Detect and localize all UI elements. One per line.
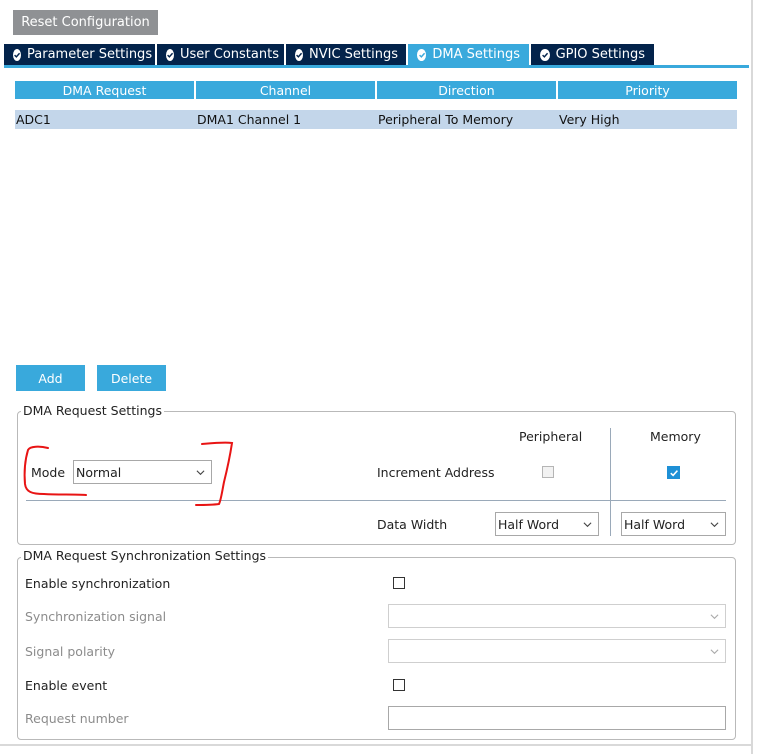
sync-signal-select[interactable] — [388, 604, 726, 628]
column-header-direction[interactable]: Direction — [377, 81, 556, 99]
add-button[interactable]: Add — [16, 365, 85, 391]
tab-parameter-settings[interactable]: Parameter Settings — [4, 44, 155, 65]
signal-polarity-select[interactable] — [388, 639, 726, 663]
tab-label: Parameter Settings — [27, 47, 153, 62]
check-circle-icon — [295, 48, 303, 61]
memory-data-width-value: Half Word — [624, 516, 686, 532]
signal-polarity-label: Signal polarity — [25, 644, 115, 659]
enable-event-checkbox[interactable] — [393, 679, 405, 691]
red-annotation-marks — [23, 441, 234, 506]
tab-label: NVIC Settings — [309, 47, 398, 62]
memory-increment-checkbox[interactable] — [667, 466, 680, 479]
tab-nvic-settings[interactable]: NVIC Settings — [286, 44, 406, 65]
column-divider — [610, 428, 611, 536]
sync-settings-title: DMA Request Synchronization Settings — [21, 548, 269, 563]
memory-data-width-select[interactable]: Half Word — [621, 512, 726, 536]
enable-sync-checkbox[interactable] — [393, 577, 405, 589]
tab-gpio-settings[interactable]: GPIO Settings — [531, 44, 654, 65]
increment-address-label: Increment Address — [377, 465, 495, 480]
peripheral-column-header: Peripheral — [519, 429, 583, 444]
delete-button[interactable]: Delete — [97, 365, 166, 391]
chevron-down-icon — [583, 522, 592, 528]
tab-label: User Constants — [180, 47, 279, 62]
column-header-dma-request[interactable]: DMA Request — [15, 81, 194, 99]
memory-column-header: Memory — [650, 429, 701, 444]
checkmark-icon — [669, 469, 678, 477]
cell-direction: Peripheral To Memory — [378, 112, 514, 127]
peripheral-data-width-select[interactable]: Half Word — [495, 512, 599, 536]
check-circle-icon — [13, 48, 21, 61]
panel-right-border — [751, 0, 753, 754]
reset-configuration-button[interactable]: Reset Configuration — [13, 10, 158, 35]
check-circle-icon — [417, 48, 427, 61]
tab-label: GPIO Settings — [555, 47, 645, 62]
chevron-down-icon — [710, 614, 719, 620]
column-header-channel[interactable]: Channel — [196, 81, 375, 99]
enable-sync-label: Enable synchronization — [25, 576, 171, 591]
check-circle-icon — [166, 48, 174, 61]
dma-table-header: DMA Request Channel Direction Priority — [15, 81, 737, 99]
request-number-input[interactable] — [388, 706, 726, 730]
table-row[interactable]: ADC1 DMA1 Channel 1 Peripheral To Memory… — [15, 110, 737, 129]
panel-bottom-border — [0, 744, 752, 746]
cell-channel: DMA1 Channel 1 — [197, 112, 302, 127]
cell-priority: Very High — [559, 112, 620, 127]
tab-underline — [4, 65, 749, 68]
peripheral-data-width-value: Half Word — [498, 516, 560, 532]
settings-tab-bar: Parameter Settings User Constants NVIC S… — [4, 44, 656, 65]
sync-signal-label: Synchronization signal — [25, 609, 167, 624]
request-number-label: Request number — [25, 711, 129, 726]
tab-user-constants[interactable]: User Constants — [157, 44, 284, 65]
data-width-label: Data Width — [377, 517, 448, 532]
column-header-priority[interactable]: Priority — [558, 81, 737, 99]
chevron-down-icon — [710, 649, 719, 655]
dma-request-settings-title: DMA Request Settings — [21, 403, 164, 418]
chevron-down-icon — [710, 522, 719, 528]
tab-dma-settings[interactable]: DMA Settings — [408, 44, 529, 65]
enable-event-label: Enable event — [25, 678, 108, 693]
peripheral-increment-checkbox[interactable] — [542, 466, 554, 478]
tab-label: DMA Settings — [432, 47, 520, 62]
check-circle-icon — [540, 48, 550, 61]
cell-dma-request: ADC1 — [16, 112, 51, 127]
